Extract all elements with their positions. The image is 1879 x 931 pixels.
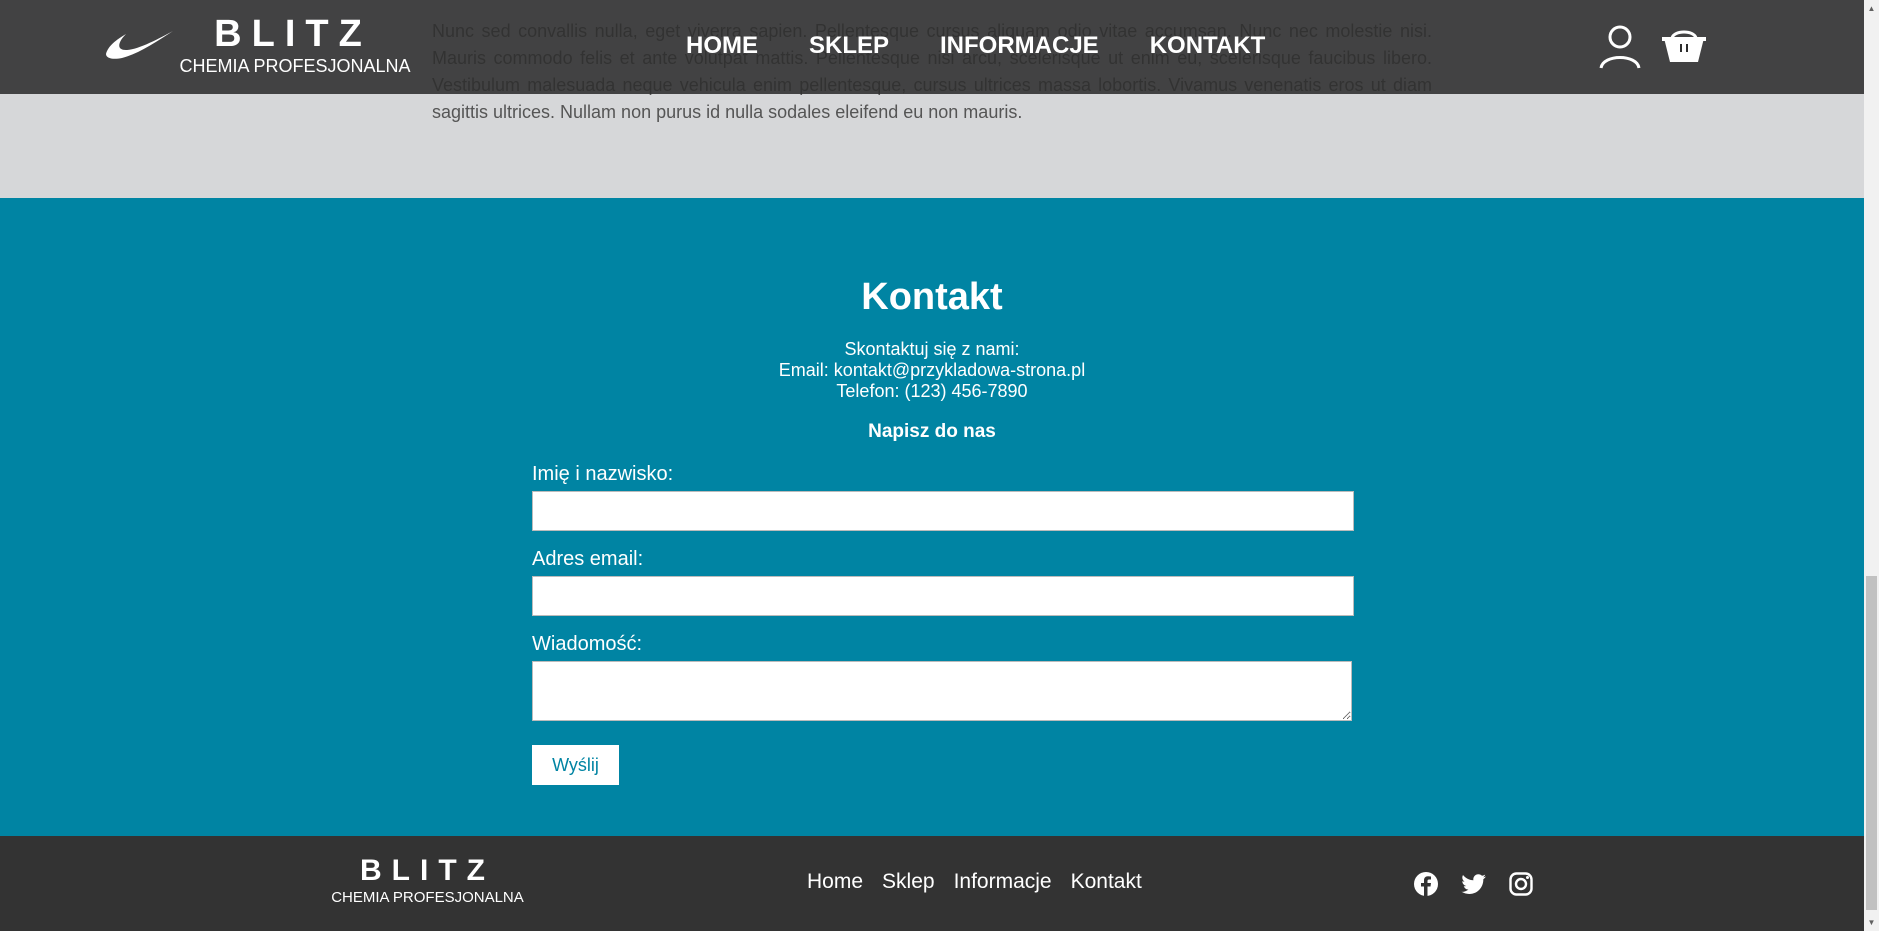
footer-link-home[interactable]: Home <box>807 870 863 894</box>
contact-email: Email: kontakt@przykladowa-strona.pl <box>778 360 1086 380</box>
name-input[interactable] <box>532 491 1354 531</box>
brand-subtitle: CHEMIA PROFESJONALNA <box>179 56 411 76</box>
twitter-icon[interactable] <box>1461 871 1487 897</box>
email-input[interactable] <box>532 576 1354 616</box>
footer-link-kontakt[interactable]: Kontakt <box>1071 870 1142 894</box>
message-textarea[interactable] <box>532 661 1352 721</box>
nav-kontakt[interactable]: KONTAKT <box>1150 32 1266 60</box>
swoosh-logo-icon[interactable] <box>104 28 174 60</box>
nav-informacje[interactable]: INFORMACJE <box>940 32 1099 60</box>
site-footer: BLITZ CHEMIA PROFESJONALNA Home Sklep In… <box>0 836 1864 931</box>
submit-button[interactable]: Wyślij <box>532 745 619 785</box>
footer-brand-title: BLITZ <box>360 854 495 887</box>
instagram-icon[interactable] <box>1508 871 1534 897</box>
email-label: Adres email: <box>532 548 644 570</box>
site-header: BLITZ CHEMIA PROFESJONALNA HOME SKLEP IN… <box>0 0 1864 94</box>
page-scrollbar[interactable]: ▲ ▼ <box>1864 0 1879 931</box>
footer-brand-subtitle: CHEMIA PROFESJONALNA <box>331 889 524 906</box>
nav-sklep[interactable]: SKLEP <box>809 32 889 60</box>
contact-heading: Kontakt <box>861 276 1003 318</box>
name-label: Imię i nazwisko: <box>532 463 674 485</box>
contact-phone: Telefon: (123) 456-7890 <box>836 381 1028 401</box>
scroll-up-arrow-icon[interactable]: ▲ <box>1864 0 1879 17</box>
user-icon[interactable] <box>1598 24 1642 70</box>
footer-nav: Home Sklep Informacje Kontakt <box>807 870 1142 894</box>
contact-section: Kontakt Skontaktuj się z nami: Email: ko… <box>0 198 1864 836</box>
contact-info: Skontaktuj się z nami: Email: kontakt@pr… <box>0 339 1864 402</box>
contact-intro: Skontaktuj się z nami: <box>844 339 1020 359</box>
message-label: Wiadomość: <box>532 633 643 655</box>
footer-link-sklep[interactable]: Sklep <box>882 870 935 894</box>
nav-home[interactable]: HOME <box>686 32 758 60</box>
brand-title[interactable]: BLITZ <box>178 14 408 54</box>
footer-link-informacje[interactable]: Informacje <box>954 870 1052 894</box>
facebook-icon[interactable] <box>1413 871 1439 897</box>
scroll-down-arrow-icon[interactable]: ▼ <box>1864 914 1879 931</box>
main-nav: HOME SKLEP INFORMACJE KONTAKT <box>686 32 1265 60</box>
scroll-thumb[interactable] <box>1866 576 1877 910</box>
form-heading: Napisz do nas <box>868 421 996 442</box>
cart-icon[interactable] <box>1660 28 1708 66</box>
